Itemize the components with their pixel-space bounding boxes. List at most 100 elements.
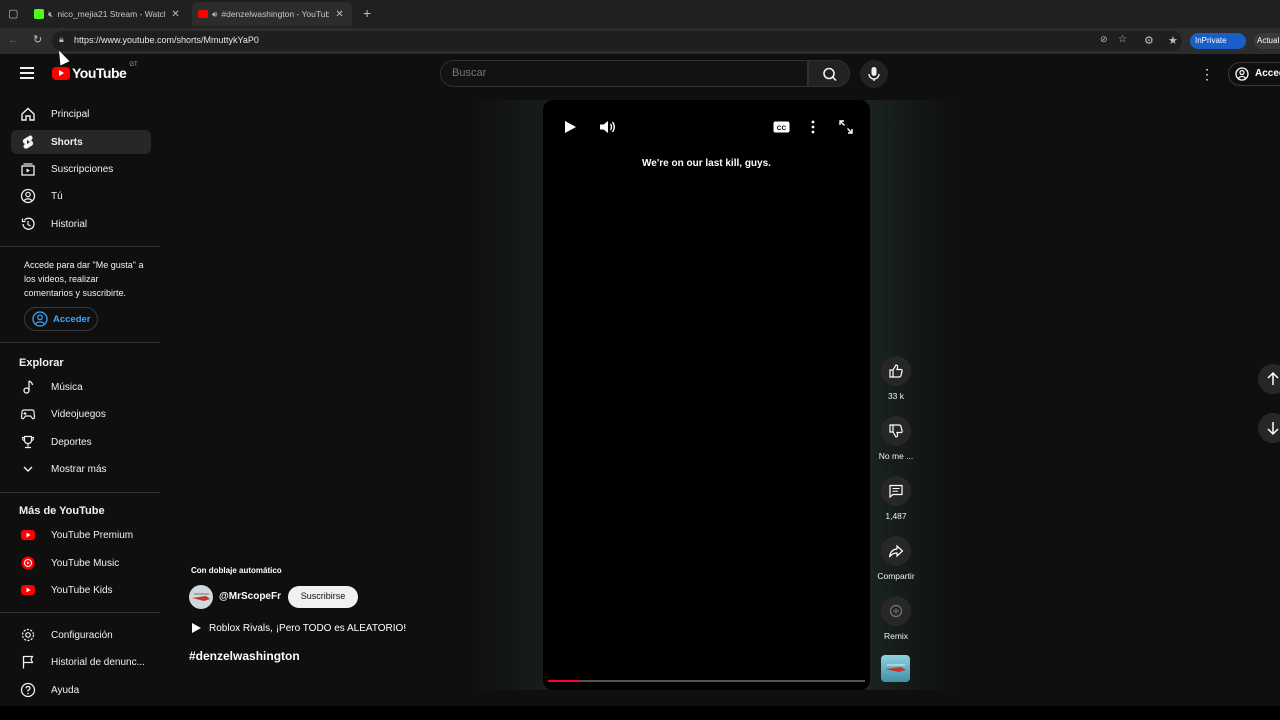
sidebar-item-historial[interactable]: Historial bbox=[11, 212, 151, 236]
close-tab-icon[interactable]: ✕ bbox=[171, 9, 179, 20]
explore-heading: Explorar bbox=[19, 357, 64, 369]
sidebar-item-youtube-music[interactable]: YouTube Music bbox=[11, 551, 151, 575]
sidebar-item-ayuda[interactable]: Ayuda bbox=[11, 678, 151, 702]
channel-name[interactable]: @MrScopeFr bbox=[219, 591, 281, 602]
favorites-icon[interactable]: ★ bbox=[1168, 34, 1178, 47]
more-youtube-heading: Más de YouTube bbox=[19, 505, 105, 517]
related-video-link[interactable]: Roblox Rivals, ¡Pero TODO es ALEATORIO! bbox=[190, 622, 406, 634]
sidebar-item-tu[interactable]: Tú bbox=[11, 184, 151, 208]
helicopter-icon bbox=[192, 593, 210, 601]
sidebar-item-label: Principal bbox=[51, 108, 90, 120]
subscribe-label: Suscribirse bbox=[300, 591, 346, 601]
more-options-icon[interactable] bbox=[804, 118, 822, 136]
comments-count: 1,487 bbox=[885, 511, 907, 521]
search-input[interactable] bbox=[452, 67, 792, 79]
extensions-icon[interactable]: ⚙ bbox=[1144, 34, 1154, 47]
youtube-logo[interactable]: YouTube GT bbox=[52, 62, 138, 81]
inprivate-badge[interactable]: InPrivate bbox=[1190, 33, 1246, 49]
sidebar-item-label: Configuración bbox=[51, 629, 113, 641]
sidebar-item-mostrar-mas[interactable]: Mostrar más bbox=[11, 457, 151, 481]
lock-icon[interactable]: 🔒︎ bbox=[59, 34, 64, 45]
divider bbox=[0, 612, 160, 613]
tab-kick[interactable]: 🔇︎ nico_mejia21 Stream - Watch ✕ bbox=[28, 2, 188, 26]
next-short-button[interactable] bbox=[1258, 413, 1280, 443]
progress-bar[interactable] bbox=[548, 680, 865, 682]
url-text: https://www.youtube.com/shorts/MmuttykYa… bbox=[74, 35, 259, 45]
sidebar-item-principal[interactable]: Principal bbox=[11, 102, 151, 126]
share-label: Compartir bbox=[877, 571, 915, 581]
subscribe-button[interactable]: Suscribirse bbox=[288, 586, 358, 608]
update-button[interactable]: Actual bbox=[1254, 33, 1280, 49]
previous-short-button[interactable] bbox=[1258, 364, 1280, 394]
sidebar-item-videojuegos[interactable]: Videojuegos bbox=[11, 402, 151, 426]
search-icon bbox=[823, 67, 837, 82]
sign-in-button[interactable]: Acceder bbox=[1228, 62, 1280, 86]
kick-icon bbox=[34, 9, 44, 19]
play-icon[interactable] bbox=[561, 118, 579, 136]
new-tab-icon[interactable]: + bbox=[363, 5, 371, 21]
sidebar-item-musica[interactable]: Música bbox=[11, 375, 151, 399]
refresh-icon[interactable]: ↻ bbox=[33, 33, 42, 46]
sidebar-item-shorts[interactable]: Shorts bbox=[11, 130, 151, 154]
arrow-up-icon bbox=[1267, 371, 1279, 385]
audio-icon[interactable]: 🔊︎ bbox=[212, 9, 217, 20]
sidebar-item-label: Música bbox=[51, 381, 83, 393]
tab-youtube[interactable]: 🔊︎ #denzelwashington - YouTube ✕ bbox=[192, 2, 352, 26]
fullscreen-icon[interactable] bbox=[837, 118, 855, 136]
sidebar-item-youtube-kids[interactable]: YouTube Kids bbox=[11, 578, 151, 602]
sidebar-item-deportes[interactable]: Deportes bbox=[11, 430, 151, 454]
subscriptions-icon bbox=[19, 160, 37, 178]
user-icon bbox=[19, 187, 37, 205]
share-icon bbox=[881, 536, 911, 566]
settings-kebab-icon[interactable]: ⋮ bbox=[1200, 66, 1214, 83]
sidebar-item-label: YouTube Music bbox=[51, 557, 120, 569]
sidebar-sign-in-label: Acceder bbox=[53, 313, 91, 325]
like-count: 33 k bbox=[887, 391, 905, 401]
dislike-button[interactable]: No me ... bbox=[872, 416, 920, 461]
sidebar-item-historial-denuncias[interactable]: Historial de denunc... bbox=[11, 650, 151, 674]
gaming-icon bbox=[19, 405, 37, 423]
sidebar-item-suscripciones[interactable]: Suscripciones bbox=[11, 157, 151, 181]
share-button[interactable]: Compartir bbox=[872, 536, 920, 581]
volume-icon[interactable] bbox=[599, 118, 617, 136]
play-small-icon bbox=[192, 623, 201, 633]
tracking-icon[interactable]: ⊘ bbox=[1100, 34, 1108, 45]
svg-text:CC: CC bbox=[776, 125, 786, 132]
shorts-icon bbox=[19, 133, 37, 151]
comments-button[interactable]: 1,487 bbox=[872, 476, 920, 521]
youtube-kids-icon bbox=[19, 581, 37, 599]
divider bbox=[0, 492, 160, 493]
sidebar-item-label: Shorts bbox=[51, 136, 83, 148]
search-box[interactable] bbox=[440, 60, 808, 87]
menu-icon[interactable] bbox=[20, 67, 34, 79]
close-tab-icon[interactable]: ✕ bbox=[335, 9, 343, 20]
related-video-title: Roblox Rivals, ¡Pero TODO es ALEATORIO! bbox=[209, 622, 407, 634]
like-button[interactable]: 33 k bbox=[872, 356, 920, 401]
closed-captions-icon[interactable]: CC bbox=[772, 118, 790, 136]
progress-fill bbox=[548, 680, 580, 682]
search-button[interactable] bbox=[808, 60, 850, 87]
muted-icon[interactable]: 🔇︎ bbox=[48, 9, 53, 20]
favorite-star-icon[interactable]: ☆ bbox=[1118, 34, 1127, 45]
channel-avatar[interactable] bbox=[189, 585, 213, 609]
video-caption: We're on our last kill, guys. bbox=[642, 158, 771, 169]
hashtag[interactable]: #denzelwashington bbox=[189, 649, 300, 663]
sidebar-item-label: YouTube Premium bbox=[51, 529, 134, 541]
url-field[interactable]: 🔒︎ https://www.youtube.com/shorts/Mmutty… bbox=[52, 31, 1182, 51]
back-icon[interactable]: ← bbox=[8, 34, 19, 46]
sidebar-item-configuracion[interactable]: Configuración bbox=[11, 623, 151, 647]
arrow-down-icon bbox=[1267, 422, 1279, 436]
audio-thumbnail[interactable] bbox=[881, 655, 910, 682]
sidebar-item-youtube-premium[interactable]: YouTube Premium bbox=[11, 523, 151, 547]
chevron-down-icon bbox=[19, 460, 37, 478]
tab-actions-icon[interactable]: ▢ bbox=[8, 7, 18, 20]
voice-search-button[interactable] bbox=[860, 60, 888, 88]
remix-button[interactable]: Remix bbox=[872, 596, 920, 641]
sidebar-sign-in-button[interactable]: Acceder bbox=[24, 307, 98, 331]
shorts-player[interactable]: CC We're on our last kill, guys. bbox=[543, 100, 870, 690]
update-label: Actual bbox=[1257, 36, 1280, 45]
region-code: GT bbox=[129, 62, 138, 68]
account-circle-icon bbox=[32, 311, 48, 327]
signin-prompt: Accede para dar "Me gusta" a los videos,… bbox=[24, 260, 144, 298]
browser-tab-bar: ▢ 🔇︎ nico_mejia21 Stream - Watch ✕ 🔊︎ #d… bbox=[0, 0, 1280, 28]
